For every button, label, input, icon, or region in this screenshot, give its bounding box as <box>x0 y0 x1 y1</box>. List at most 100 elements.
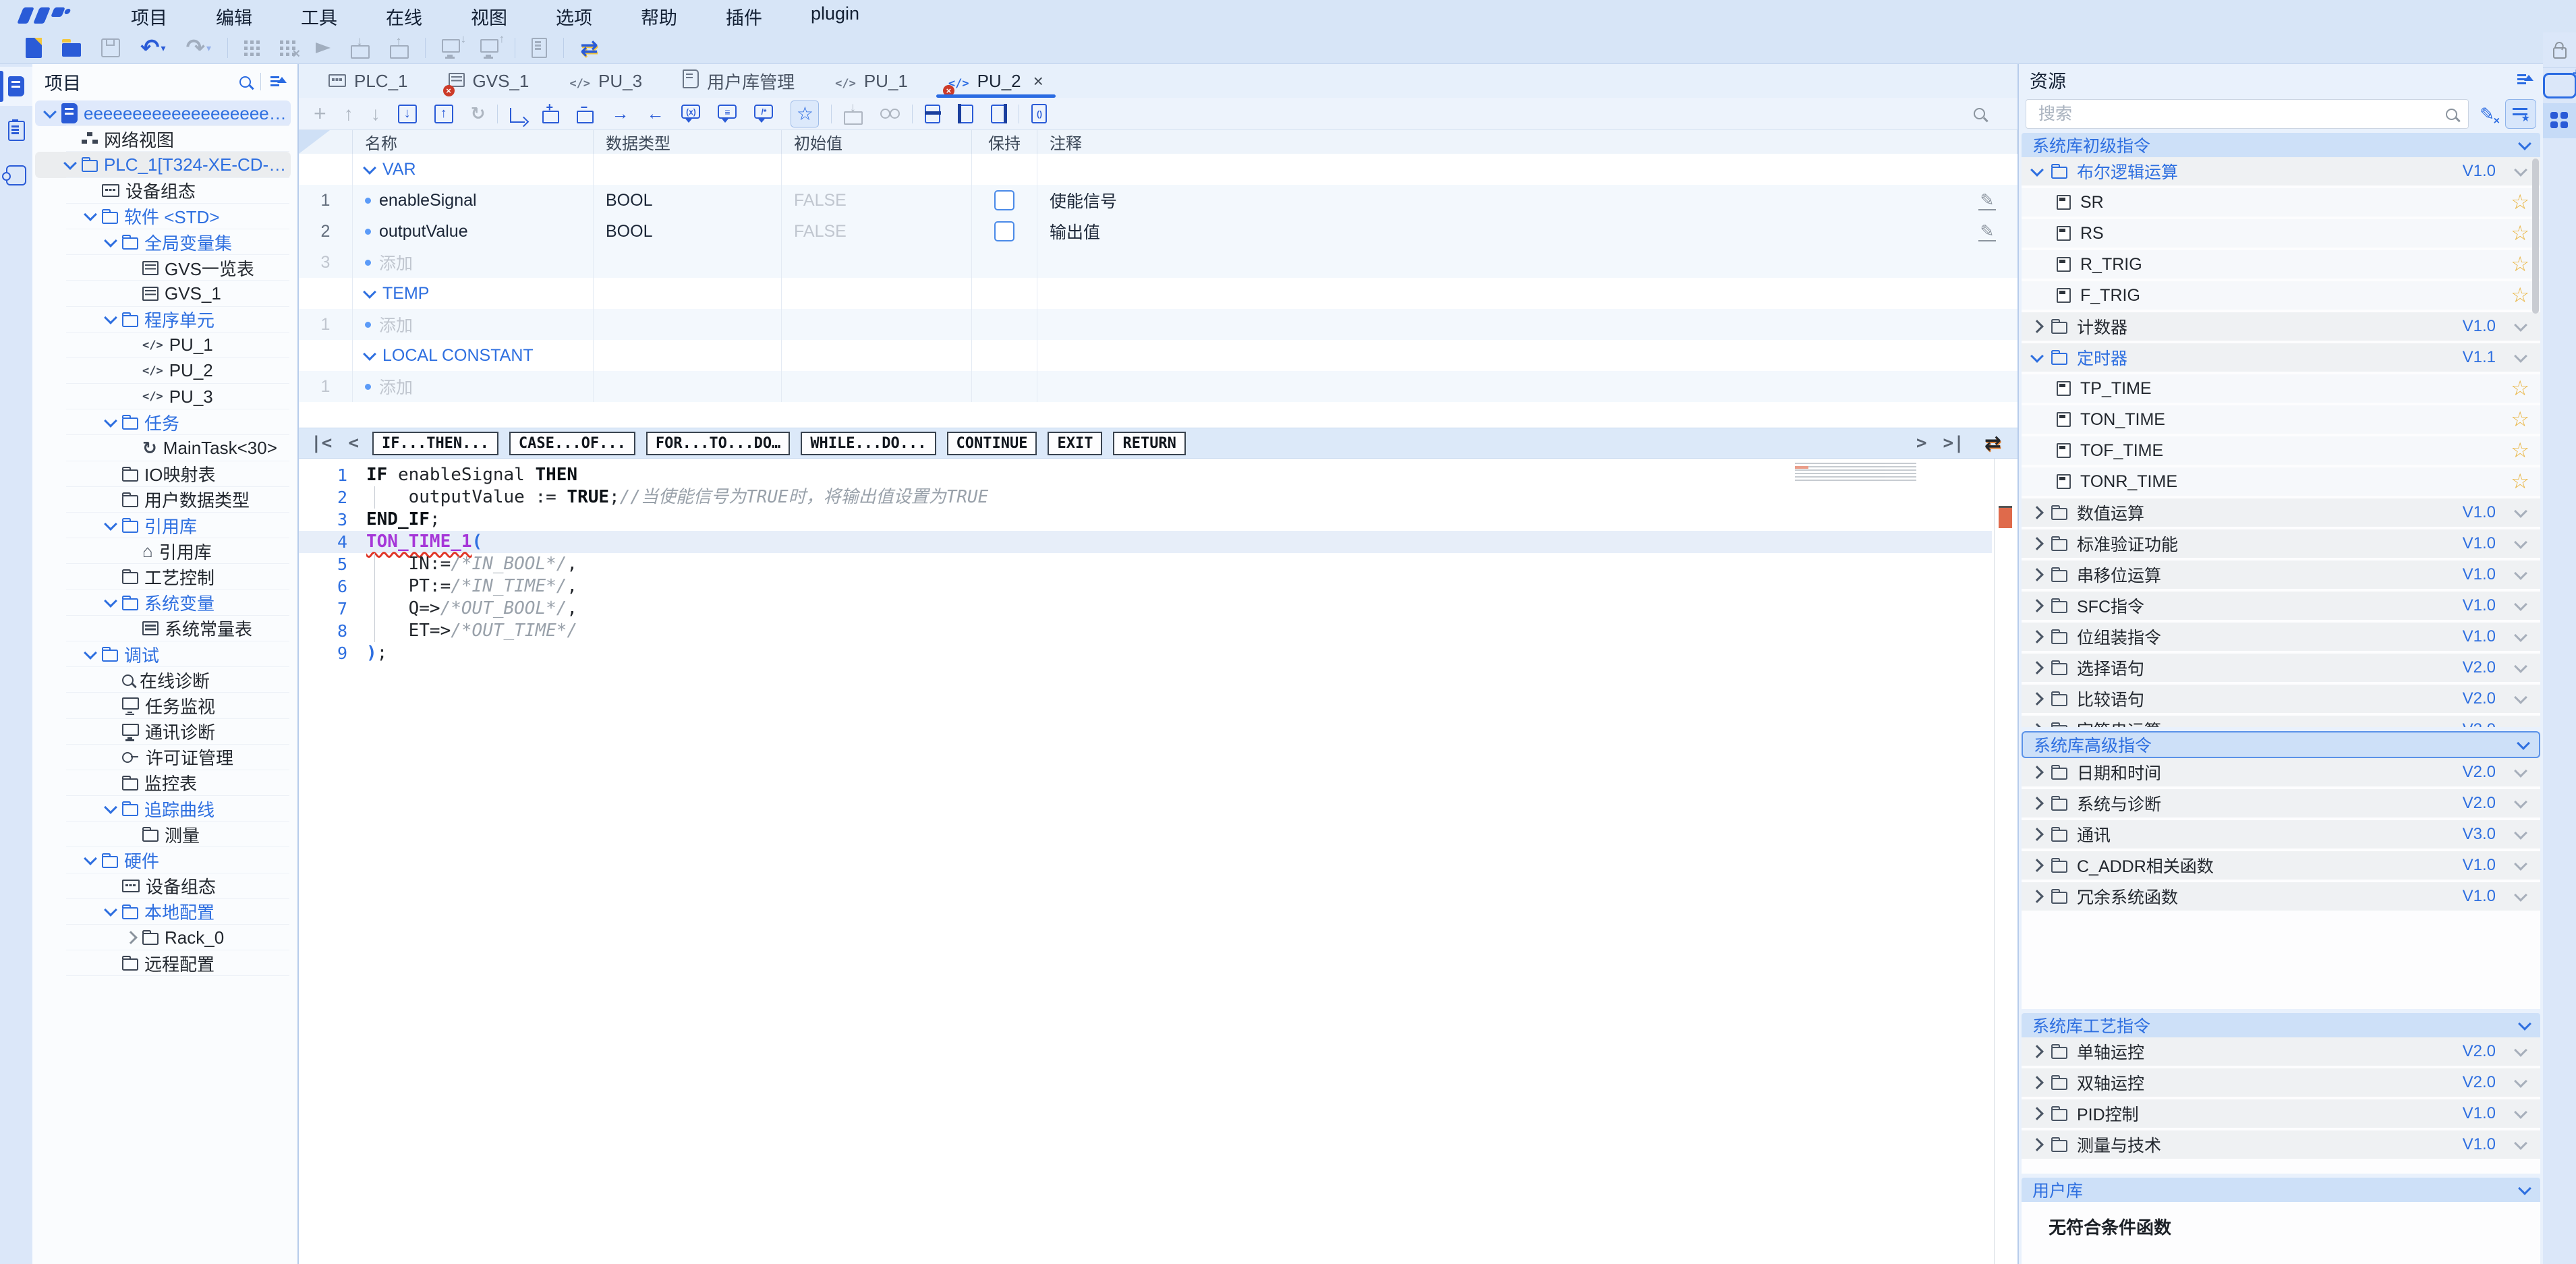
version-chevron-icon[interactable] <box>2514 1105 2527 1119</box>
favorite-star-icon[interactable] <box>2511 438 2529 463</box>
chevron-down-icon[interactable] <box>84 852 97 865</box>
menu-item-8[interactable]: plugin <box>786 0 884 34</box>
project-search-icon[interactable] <box>239 76 251 88</box>
snippet-button-exit[interactable]: EXIT <box>1048 432 1102 455</box>
chevron-right-icon[interactable] <box>124 931 138 944</box>
variable-init-cell[interactable]: FALSE <box>782 185 972 216</box>
tree-item-28[interactable]: 测量 <box>35 822 291 847</box>
widgets-panel-icon[interactable] <box>2543 103 2576 138</box>
menu-item-1[interactable]: 编辑 <box>192 0 277 34</box>
resource-group-SFC指令[interactable]: SFC指令V1.0 <box>2022 592 2540 620</box>
chevron-down-icon[interactable] <box>104 801 117 814</box>
version-chevron-icon[interactable] <box>2514 660 2527 673</box>
tree-item-21[interactable]: 调试 <box>35 641 291 667</box>
resource-search-box[interactable] <box>2026 99 2469 129</box>
variable-init-cell[interactable] <box>782 371 972 402</box>
chevron-icon[interactable] <box>2030 349 2044 363</box>
chevron-down-icon[interactable] <box>63 156 77 170</box>
version-chevron-icon[interactable] <box>2514 722 2527 727</box>
tree-item-25[interactable]: 许可证管理 <box>35 745 291 770</box>
chevron-icon[interactable] <box>2030 797 2044 810</box>
variable-row[interactable]: 1添加 <box>299 371 2017 402</box>
chevron-down-icon[interactable] <box>363 285 376 299</box>
resource-group-标准验证功能[interactable]: 标准验证功能V1.0 <box>2022 529 2540 558</box>
menu-item-5[interactable]: 选项 <box>532 0 617 34</box>
chevron-down-icon[interactable] <box>104 311 117 324</box>
tree-item-26[interactable]: 监控表 <box>35 770 291 796</box>
version-chevron-icon[interactable] <box>2514 1074 2527 1088</box>
variable-row[interactable]: 1添加 <box>299 309 2017 340</box>
view-source-icon[interactable] <box>1031 104 1047 123</box>
menu-item-7[interactable]: 插件 <box>702 0 786 34</box>
favorite-star-icon[interactable] <box>2511 221 2529 246</box>
variable-name-cell[interactable]: outputValue <box>353 216 594 247</box>
ai-assistant-icon[interactable] <box>2543 67 2576 103</box>
variable-comment-cell[interactable] <box>1037 247 2017 278</box>
variable-name-cell[interactable]: enableSignal <box>353 185 594 216</box>
chevron-down-icon[interactable] <box>104 414 117 428</box>
import-icon[interactable] <box>398 105 417 123</box>
code-line-5[interactable]: 5 IN:=/*IN_BOOL*/, <box>299 553 1992 575</box>
var-group-row[interactable]: LOCAL CONSTANT <box>299 340 2017 371</box>
tree-item-4[interactable]: 软件 <STD> <box>35 204 291 229</box>
version-chevron-icon[interactable] <box>2514 1043 2527 1057</box>
variable-row[interactable]: 1enableSignalBOOLFALSE使能信号 <box>299 185 2017 216</box>
code-line-6[interactable]: 6 PT:=/*IN_TIME*/, <box>299 575 1992 598</box>
catalog-panel-icon[interactable] <box>0 111 32 150</box>
variable-row[interactable]: 3添加 <box>299 247 2017 278</box>
chevron-icon[interactable] <box>2030 537 2044 550</box>
version-chevron-icon[interactable] <box>2514 536 2527 549</box>
resource-collapse-icon[interactable] <box>2517 74 2532 86</box>
search-icon[interactable] <box>2446 109 2457 120</box>
resource-section-header-0[interactable]: 系统库初级指令 <box>2022 133 2540 157</box>
favorites-filter-button[interactable] <box>2505 99 2536 129</box>
variable-name-cell[interactable]: 添加 <box>353 371 594 402</box>
variable-type-cell[interactable]: BOOL <box>594 185 782 216</box>
resource-group-系统与诊断[interactable]: 系统与诊断V2.0 <box>2022 789 2540 817</box>
chevron-down-icon[interactable] <box>104 904 117 917</box>
tab-PU_1[interactable]: PU_1 <box>815 64 928 98</box>
resource-group-串移位运算[interactable]: 串移位运算V1.0 <box>2022 561 2540 589</box>
resource-group-日期和时间[interactable]: 日期和时间V2.0 <box>2022 758 2540 786</box>
tree-item-27[interactable]: 追踪曲线 <box>35 796 291 822</box>
snippet-button-while-do-[interactable]: WHILE...DO... <box>801 432 936 455</box>
chevron-down-icon[interactable] <box>2518 1182 2531 1195</box>
tree-item-18[interactable]: 工艺控制 <box>35 564 291 590</box>
resource-item-TOF_TIME[interactable]: TOF_TIME <box>2022 436 2540 465</box>
edit-row-icon[interactable] <box>1978 221 1996 242</box>
list-scrollbar[interactable] <box>2532 159 2539 726</box>
resource-group-选择语句[interactable]: 选择语句V2.0 <box>2022 654 2540 682</box>
code-line-2[interactable]: 2 outputValue := TRUE;//当使能信号为TRUE时，将输出值… <box>299 486 1992 509</box>
tree-item-23[interactable]: 任务监视 <box>35 693 291 718</box>
chevron-icon[interactable] <box>2030 599 2044 612</box>
variable-name-cell[interactable]: 添加 <box>353 247 594 278</box>
resource-item-TON_TIME[interactable]: TON_TIME <box>2022 405 2540 434</box>
version-chevron-icon[interactable] <box>2514 505 2527 518</box>
code-line-8[interactable]: 8 ET=>/*OUT_TIME*/ <box>299 620 1992 642</box>
dropdown-caret-icon[interactable]: ▾ <box>161 42 166 54</box>
tree-item-19[interactable]: 系统变量 <box>35 590 291 616</box>
chevron-icon[interactable] <box>2030 1138 2044 1151</box>
chevron-down-icon[interactable] <box>104 234 117 248</box>
version-chevron-icon[interactable] <box>2514 1137 2527 1150</box>
variable-type-cell[interactable] <box>594 371 782 402</box>
favorite-icon[interactable]: ☆ <box>791 100 819 127</box>
version-chevron-icon[interactable] <box>2514 857 2527 871</box>
favorite-star-icon[interactable] <box>2511 190 2529 214</box>
resource-group-PID控制[interactable]: PID控制V1.0 <box>2022 1099 2540 1128</box>
tree-item-13[interactable]: MainTask<30> <box>35 435 291 461</box>
menu-item-4[interactable]: 视图 <box>447 0 532 34</box>
tree-item-2[interactable]: PLC_1[T324-XE-CD-10] <box>35 152 291 177</box>
tab-PU_3[interactable]: PU_3 <box>549 64 662 98</box>
resource-group-定时器[interactable]: 定时器V1.1 <box>2022 343 2540 372</box>
tab-close-icon[interactable]: × <box>1033 71 1043 92</box>
version-chevron-icon[interactable] <box>2514 764 2527 778</box>
wrap-toggle-icon[interactable] <box>1984 432 2001 455</box>
code-line-3[interactable]: 3END_IF; <box>299 509 1992 531</box>
code-line-7[interactable]: 7 Q=>/*OUT_BOOL*/, <box>299 598 1992 620</box>
block-comment-icon[interactable] <box>754 105 773 119</box>
favorite-star-icon[interactable] <box>2511 407 2529 432</box>
retain-checkbox[interactable] <box>994 190 1014 210</box>
favorite-star-icon[interactable] <box>2511 252 2529 277</box>
resource-group-计数器[interactable]: 计数器V1.0 <box>2022 312 2540 341</box>
